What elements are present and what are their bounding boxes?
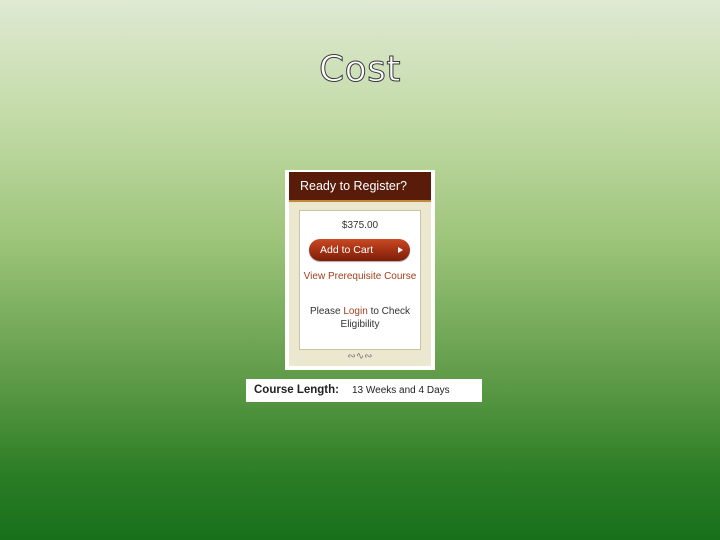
- play-arrow-icon: [398, 247, 403, 253]
- course-length-label: Course Length:: [254, 384, 339, 396]
- course-price: $375.00: [341, 220, 379, 231]
- widget-header-title: Ready to Register?: [300, 179, 408, 193]
- add-to-cart-button[interactable]: Add to Cart: [309, 239, 410, 261]
- eligibility-text: Please Login to Check Eligibility: [300, 305, 420, 331]
- register-widget: Ready to Register? $375.00 Add to Cart V…: [285, 170, 435, 370]
- widget-body: $375.00 Add to Cart View Prerequisite Co…: [289, 202, 431, 366]
- slide-title: Cost: [318, 49, 402, 91]
- view-prerequisite-link[interactable]: View Prerequisite Course: [300, 270, 420, 284]
- widget-header: Ready to Register?: [289, 172, 431, 202]
- login-link[interactable]: Login: [343, 306, 367, 317]
- register-inner-box: $375.00 Add to Cart View Prerequisite Co…: [299, 210, 421, 350]
- course-length-box: Course Length: 13 Weeks and 4 Days: [246, 379, 482, 402]
- add-to-cart-label: Add to Cart: [320, 244, 374, 256]
- eligibility-prefix: Please: [309, 306, 341, 317]
- course-length-value: 13 Weeks and 4 Days: [352, 385, 450, 396]
- flourish-ornament-icon: ∾∿∾: [347, 351, 373, 362]
